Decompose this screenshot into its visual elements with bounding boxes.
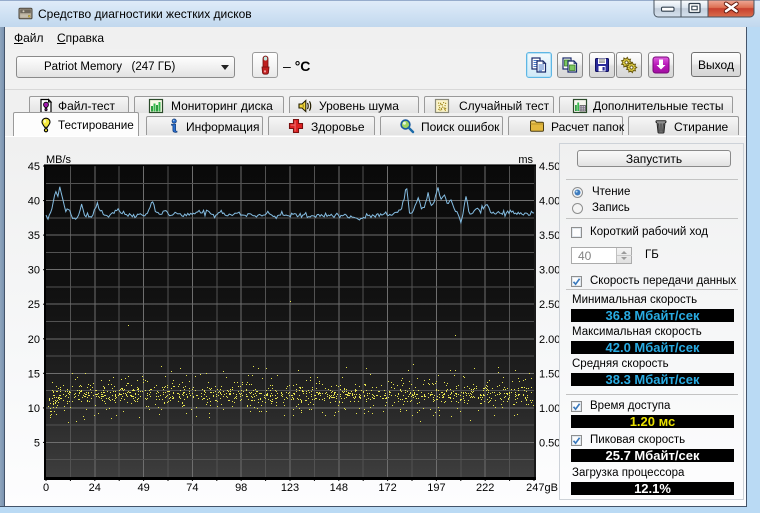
svg-text:148: 148	[330, 482, 348, 494]
svg-text:20: 20	[28, 334, 40, 346]
svg-text:10: 10	[28, 403, 40, 415]
svg-text:40: 40	[28, 196, 40, 208]
svg-text:222: 222	[476, 482, 494, 494]
svg-text:30: 30	[28, 265, 40, 277]
svg-text:0: 0	[43, 482, 49, 494]
svg-text:35: 35	[28, 230, 40, 242]
svg-text:74: 74	[186, 482, 198, 494]
svg-text:5: 5	[34, 437, 40, 449]
svg-text:ms: ms	[518, 154, 533, 166]
svg-text:45: 45	[28, 161, 40, 173]
svg-text:3.00: 3.00	[539, 265, 560, 277]
svg-text:123: 123	[281, 482, 299, 494]
svg-text:4.50: 4.50	[539, 161, 560, 173]
svg-text:4.00: 4.00	[539, 196, 560, 208]
svg-text:15: 15	[28, 368, 40, 380]
svg-text:0.50: 0.50	[539, 437, 560, 449]
svg-text:1.00: 1.00	[539, 403, 560, 415]
svg-text:197: 197	[427, 482, 445, 494]
svg-text:2.00: 2.00	[539, 334, 560, 346]
svg-text:49: 49	[137, 482, 149, 494]
svg-text:98: 98	[235, 482, 247, 494]
svg-text:247gB: 247gB	[526, 482, 558, 494]
svg-text:24: 24	[89, 482, 101, 494]
svg-text:MB/s: MB/s	[46, 154, 72, 166]
svg-text:2.50: 2.50	[539, 299, 560, 311]
svg-text:25: 25	[28, 299, 40, 311]
svg-text:1.50: 1.50	[539, 368, 560, 380]
svg-text:172: 172	[378, 482, 396, 494]
svg-text:3.50: 3.50	[539, 230, 560, 242]
